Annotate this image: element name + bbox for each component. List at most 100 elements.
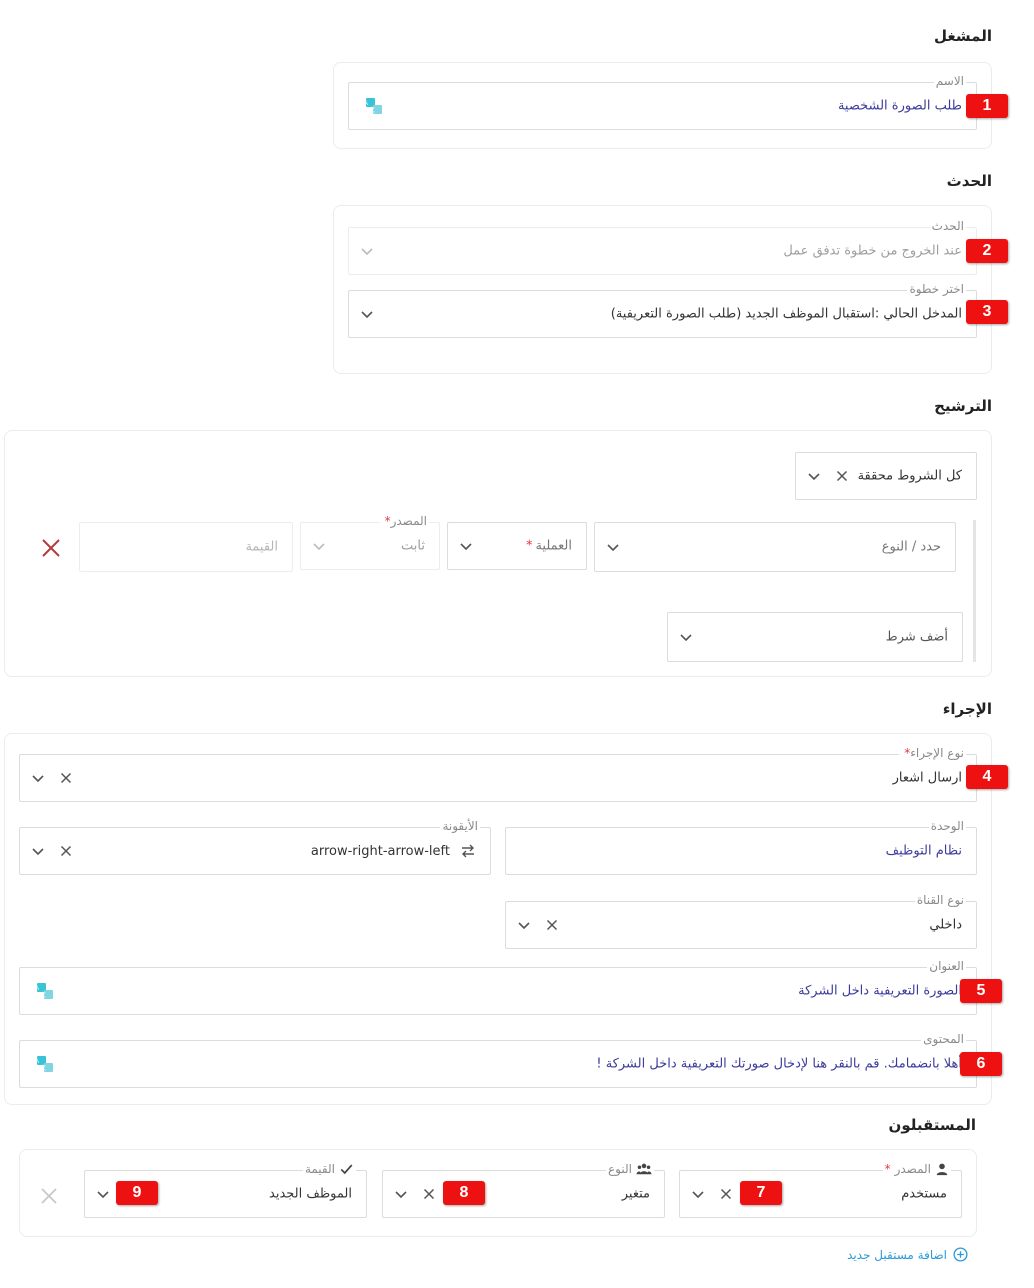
all-conditions-value: كل الشروط محققة bbox=[857, 468, 962, 484]
clear-icon[interactable] bbox=[421, 1186, 437, 1202]
operator-section-title: المشغل bbox=[934, 27, 992, 45]
users-icon bbox=[636, 1163, 652, 1175]
chevron-down-icon[interactable] bbox=[678, 629, 694, 645]
user-icon bbox=[936, 1163, 948, 1176]
channel-value: داخلي bbox=[929, 917, 962, 933]
annotation-badge-6: 6 bbox=[960, 1052, 1002, 1076]
chevron-down-icon[interactable] bbox=[393, 1186, 409, 1202]
operator-name-label: الاسم bbox=[933, 74, 966, 88]
event-label: الحدث bbox=[929, 219, 966, 233]
action-section-title: الإجراء bbox=[942, 700, 992, 718]
condition-source-label: المصدر* bbox=[379, 514, 429, 528]
condition-value-placeholder: القيمة bbox=[245, 539, 278, 555]
recipient-source-select[interactable]: المصدر * مستخدم bbox=[679, 1162, 962, 1218]
arrow-right-arrow-left-icon bbox=[460, 843, 476, 859]
unit-label: الوحدة bbox=[928, 819, 966, 833]
icon-select[interactable]: الأيقونة arrow-right-arrow-left bbox=[19, 819, 491, 875]
filter-section-title: الترشيح bbox=[934, 397, 992, 415]
icon-value: arrow-right-arrow-left bbox=[310, 843, 450, 859]
condition-source-select[interactable]: المصدر* ثابت bbox=[300, 514, 440, 570]
all-conditions-select[interactable]: كل الشروط محققة bbox=[795, 452, 977, 500]
annotation-badge-7: 7 bbox=[740, 1181, 782, 1205]
content-value: أهلا بانضمامك. قم بالنقر هنا لإدخال صورت… bbox=[596, 1056, 962, 1072]
subject-label: العنوان bbox=[927, 959, 966, 973]
chevron-down-icon[interactable] bbox=[806, 468, 822, 484]
svg-text:A: A bbox=[36, 986, 39, 992]
channel-select[interactable]: نوع القناة داخلي bbox=[505, 893, 977, 949]
unit-field[interactable]: الوحدة نظام التوظيف bbox=[505, 819, 977, 875]
unit-value: نظام التوظيف bbox=[885, 843, 962, 859]
icon-label: الأيقونة bbox=[440, 819, 480, 833]
event-section-title: الحدث bbox=[946, 172, 992, 190]
add-recipient-label: اضافة مستقبل جديد bbox=[847, 1247, 947, 1262]
content-label: المحتوى bbox=[921, 1032, 966, 1046]
annotation-badge-3: 3 bbox=[966, 300, 1008, 324]
recipient-type-value: متغير bbox=[621, 1186, 650, 1202]
recipient-value-label: القيمة bbox=[302, 1162, 356, 1176]
condition-operation-select[interactable]: العملية* bbox=[447, 522, 587, 570]
event-value: عند الخروج من خطوة تدفق عمل bbox=[783, 243, 962, 259]
svg-text:A: A bbox=[365, 101, 368, 107]
chevron-down-icon[interactable] bbox=[605, 539, 621, 555]
subject-value: الصورة التعريفية داخل الشركة bbox=[798, 983, 962, 999]
chevron-down-icon[interactable] bbox=[359, 306, 375, 322]
recipients-section-title: المستقبلون bbox=[888, 1116, 976, 1134]
condition-type-select[interactable]: حدد / النوع bbox=[594, 522, 956, 572]
condition-operation-label: العملية* bbox=[525, 538, 572, 554]
add-recipient-link[interactable]: اضافة مستقبل جديد bbox=[847, 1247, 968, 1262]
chevron-down-icon[interactable] bbox=[30, 843, 46, 859]
recipient-type-label: النوع bbox=[606, 1162, 654, 1176]
recipient-source-label: المصدر * bbox=[882, 1162, 951, 1176]
clear-icon[interactable] bbox=[544, 917, 560, 933]
step-value: المدخل الحالي :استقبال الموظف الجديد (طل… bbox=[610, 306, 962, 322]
chevron-down-icon[interactable] bbox=[359, 243, 375, 259]
event-select[interactable]: الحدث عند الخروج من خطوة تدفق عمل bbox=[348, 219, 977, 275]
operator-name-value: طلب الصورة الشخصية bbox=[837, 98, 962, 114]
action-type-select[interactable]: نوع الإجراء* ارسال اشعار bbox=[19, 746, 977, 802]
step-label: اختر خطوة bbox=[907, 282, 966, 296]
condition-source-value: ثابت bbox=[401, 538, 425, 554]
remove-recipient-icon[interactable] bbox=[39, 1186, 59, 1206]
recipient-value-value: الموظف الجديد bbox=[269, 1186, 352, 1202]
annotation-badge-5: 5 bbox=[960, 979, 1002, 1003]
content-field[interactable]: المحتوى أهلا بانضمامك. قم بالنقر هنا لإد… bbox=[19, 1032, 977, 1088]
translate-icon[interactable]: A文 bbox=[35, 1055, 54, 1073]
chevron-down-icon[interactable] bbox=[311, 538, 327, 554]
clear-icon[interactable] bbox=[58, 770, 74, 786]
chevron-down-icon[interactable] bbox=[458, 538, 474, 554]
remove-condition-icon[interactable] bbox=[41, 538, 61, 558]
plus-circle-icon bbox=[953, 1247, 968, 1262]
condition-value-input[interactable]: القيمة bbox=[79, 522, 293, 572]
step-select[interactable]: اختر خطوة المدخل الحالي :استقبال الموظف … bbox=[348, 282, 977, 338]
translate-icon[interactable]: A文 bbox=[35, 982, 54, 1000]
subject-field[interactable]: العنوان الصورة التعريفية داخل الشركة A文 bbox=[19, 959, 977, 1015]
recipient-source-value: مستخدم bbox=[901, 1186, 947, 1202]
chevron-down-icon[interactable] bbox=[690, 1186, 706, 1202]
condition-group-bar bbox=[973, 520, 976, 662]
chevron-down-icon[interactable] bbox=[95, 1186, 111, 1202]
add-condition-label: أضف شرط bbox=[885, 629, 948, 645]
condition-type-placeholder: حدد / النوع bbox=[881, 539, 941, 555]
icon-value-wrap: arrow-right-arrow-left bbox=[311, 843, 476, 859]
chevron-down-icon[interactable] bbox=[30, 770, 46, 786]
clear-icon[interactable] bbox=[58, 843, 74, 859]
annotation-badge-8: 8 bbox=[443, 1181, 485, 1205]
operator-name-field[interactable]: الاسم طلب الصورة الشخصية A文 bbox=[348, 74, 977, 130]
channel-label: نوع القناة bbox=[914, 893, 966, 907]
svg-text:文: 文 bbox=[40, 1064, 46, 1072]
add-condition-select[interactable]: أضف شرط bbox=[667, 612, 963, 662]
chevron-down-icon[interactable] bbox=[516, 917, 532, 933]
annotation-badge-4: 4 bbox=[966, 765, 1008, 789]
clear-icon[interactable] bbox=[718, 1186, 734, 1202]
action-type-label: نوع الإجراء* bbox=[899, 746, 966, 760]
svg-text:文: 文 bbox=[369, 106, 375, 114]
action-type-value: ارسال اشعار bbox=[892, 770, 962, 786]
svg-text:文: 文 bbox=[40, 991, 46, 999]
svg-text:A: A bbox=[36, 1059, 39, 1065]
annotation-badge-1: 1 bbox=[966, 94, 1008, 118]
annotation-badge-9: 9 bbox=[116, 1181, 158, 1205]
clear-icon[interactable] bbox=[834, 468, 850, 484]
translate-icon[interactable]: A文 bbox=[364, 97, 383, 115]
annotation-badge-2: 2 bbox=[966, 239, 1008, 263]
recipient-type-select[interactable]: النوع متغير bbox=[382, 1162, 665, 1218]
